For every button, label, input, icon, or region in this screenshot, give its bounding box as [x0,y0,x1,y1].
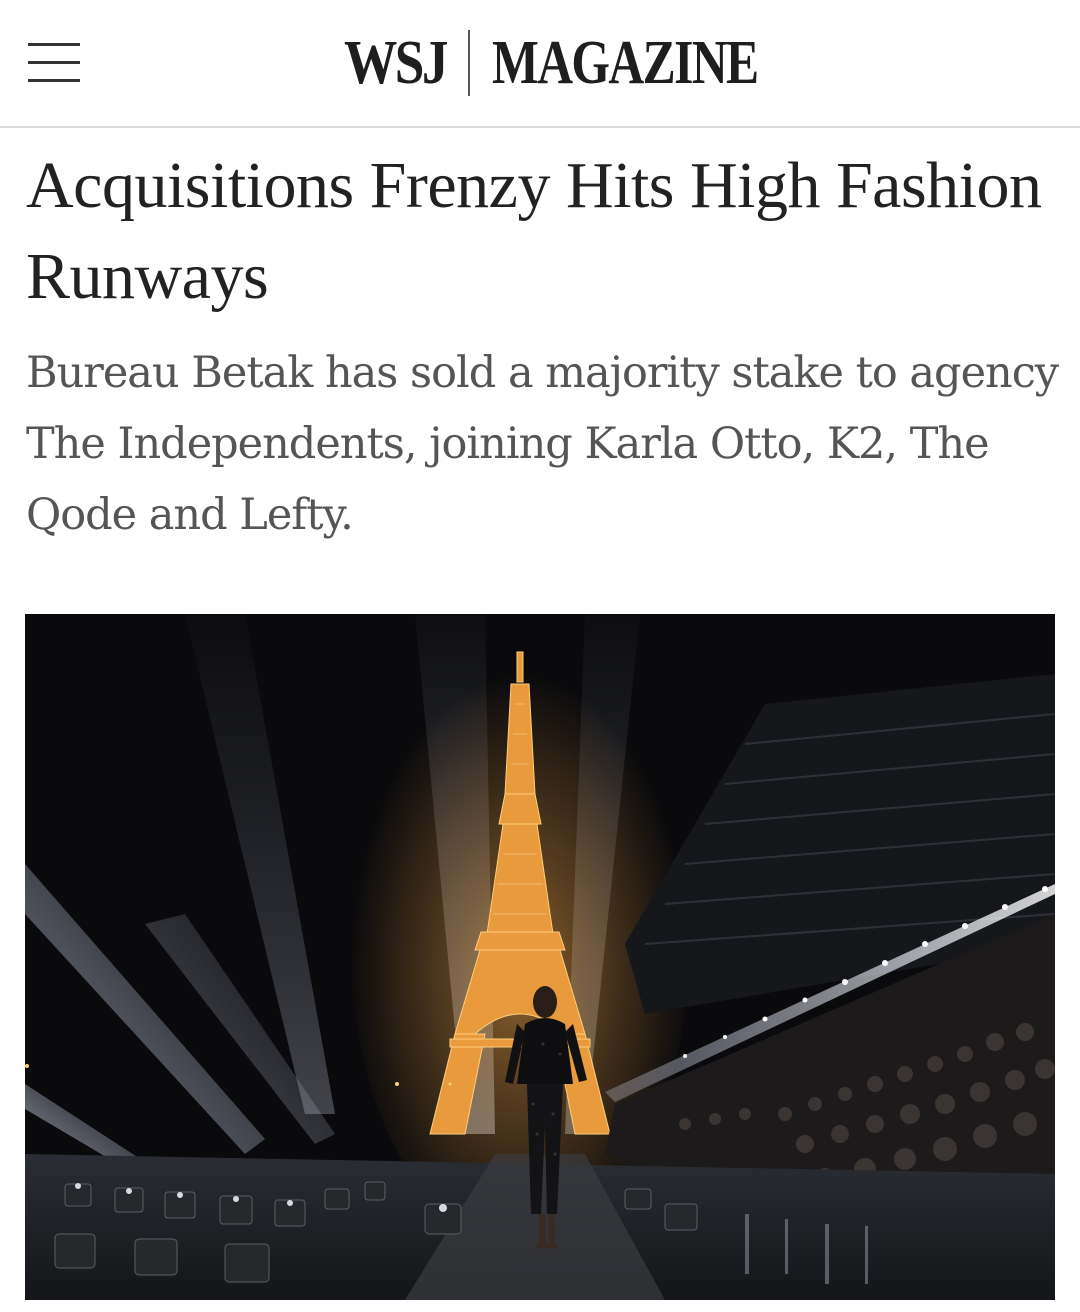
hamburger-menu-icon[interactable] [28,40,82,86]
article-dek: Bureau Betak has sold a majority stake t… [26,348,1059,540]
hero-image[interactable] [25,614,1055,1300]
logo-magazine-text: MAGAZINE [492,28,759,97]
logo-divider [468,30,470,96]
article-headline[interactable]: Acquisitions Frenzy Hits High Fashion Ru… [26,140,1056,322]
top-header: WSJ MAGAZINE [0,0,1080,128]
logo-wsj-text: WSJ [344,28,448,97]
wsj-magazine-logo[interactable]: WSJ MAGAZINE [344,28,824,98]
